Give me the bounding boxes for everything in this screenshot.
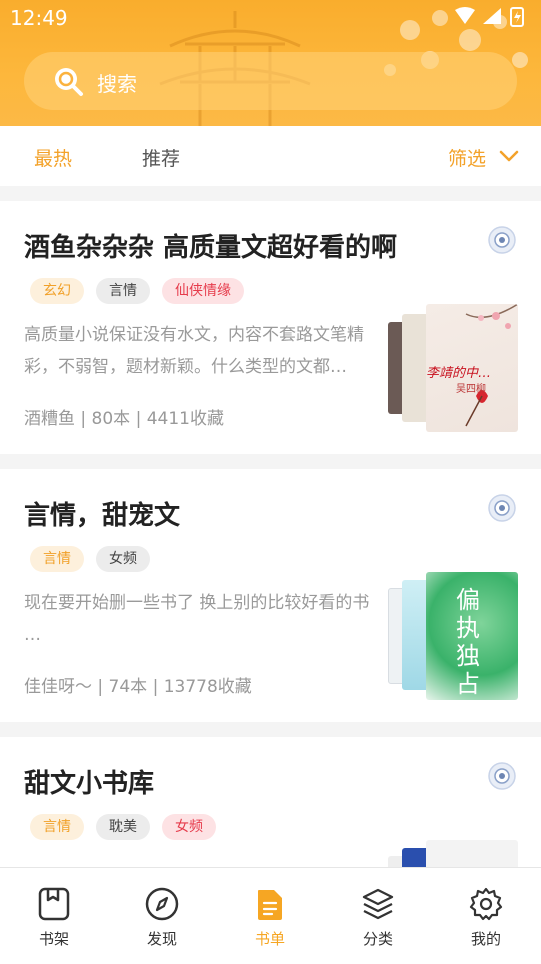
badge-icon xyxy=(488,226,516,254)
status-icons xyxy=(455,7,524,27)
nav-category[interactable]: 分类 xyxy=(338,868,418,964)
booklist-meta: 佳佳呀～ | 74本 | 13778收藏 xyxy=(24,677,252,697)
nav-label: 分类 xyxy=(362,930,393,948)
top-header: 12:49 搜索 xyxy=(0,0,541,126)
tag: 耽美 xyxy=(96,814,150,840)
booklist-description: 高质量小说保证没有水文，内容不套路文笔精彩，不弱智，题材新颖。什么类型的文都… xyxy=(24,325,364,377)
tag: 女频 xyxy=(96,546,150,572)
nav-booklist[interactable]: 书单 xyxy=(230,868,310,964)
tag: 女频 xyxy=(162,814,216,840)
sort-tabs: 最热 推荐 筛选 xyxy=(0,126,541,186)
tag: 言情 xyxy=(30,814,84,840)
nav-mine[interactable]: 我的 xyxy=(446,868,526,964)
nav-label: 书单 xyxy=(254,930,285,948)
book-cover: 不。李靖的中… 吴四柳 xyxy=(426,304,518,432)
cover-author: 吴四柳 xyxy=(456,384,486,395)
search-placeholder: 搜索 xyxy=(97,72,137,96)
tag: 仙侠情缘 xyxy=(162,278,244,304)
book-covers: 偏执独占 xyxy=(388,572,518,700)
search-bar[interactable]: 搜索 xyxy=(24,52,517,110)
nav-shelf[interactable]: 书架 xyxy=(14,868,94,964)
booklist-icon xyxy=(258,890,282,920)
booklist-card[interactable]: 甜文小书库 言情 耽美 女频 xyxy=(0,737,541,867)
tab-hot[interactable]: 最热 xyxy=(34,144,72,171)
cover-title: 不。李靖的中… xyxy=(426,366,492,381)
cover-title: 偏执独占 xyxy=(456,586,480,698)
tag: 言情 xyxy=(96,278,150,304)
badge-icon xyxy=(488,494,516,522)
booklist-description: 现在要开始删一些书了 换上别的比较好看的书 … xyxy=(24,593,370,645)
booklist-card[interactable]: 酒鱼杂杂杂 高质量文超好看的啊 玄幻 言情 仙侠情缘 高质量小说保证没有水文，内… xyxy=(0,201,541,454)
booklist-title: 言情，甜宠文 xyxy=(24,501,181,531)
status-time: 12:49 xyxy=(10,6,68,30)
search-icon xyxy=(55,68,83,96)
tab-recommend[interactable]: 推荐 xyxy=(142,144,180,171)
book-covers xyxy=(388,840,518,867)
booklist-card[interactable]: 言情，甜宠文 言情 女频 现在要开始删一些书了 换上别的比较好看的书 … 佳佳呀… xyxy=(0,469,541,722)
badge-icon xyxy=(488,762,516,790)
booklist-title: 酒鱼杂杂杂 高质量文超好看的啊 xyxy=(24,233,398,263)
layers-icon xyxy=(362,888,394,920)
book-cover: 偏执独占 xyxy=(426,572,518,700)
gear-icon xyxy=(469,887,503,921)
compass-icon xyxy=(145,887,179,921)
tag: 言情 xyxy=(30,546,84,572)
bottom-nav: 书架 发现 书单 分类 我的 xyxy=(0,867,541,964)
nav-label: 发现 xyxy=(146,930,177,948)
tag: 玄幻 xyxy=(30,278,84,304)
chevron-down-icon[interactable] xyxy=(498,148,520,164)
filter-button[interactable]: 筛选 xyxy=(448,144,486,171)
nav-label: 书架 xyxy=(38,930,69,948)
booklist-title: 甜文小书库 xyxy=(24,769,155,799)
book-covers: 不。李靖的中… 吴四柳 xyxy=(388,304,518,432)
booklist-meta: 酒糟鱼 | 80本 | 4411收藏 xyxy=(24,409,224,429)
bookshelf-icon xyxy=(38,887,70,921)
nav-discover[interactable]: 发现 xyxy=(122,868,202,964)
nav-label: 我的 xyxy=(470,930,501,948)
